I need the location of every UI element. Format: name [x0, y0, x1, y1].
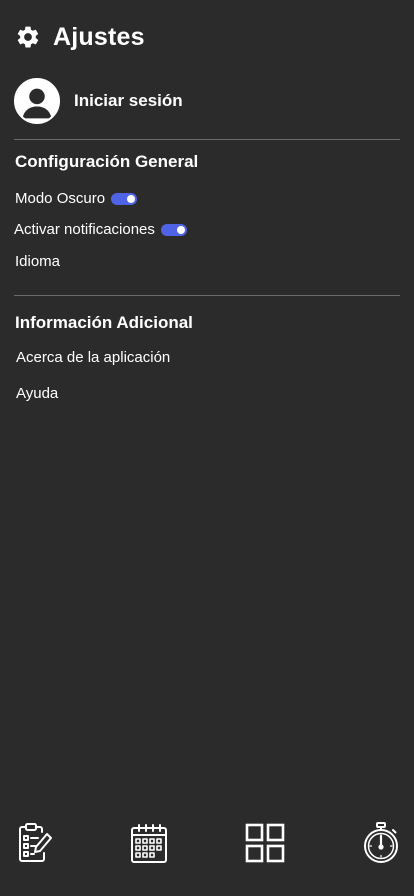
notifications-toggle[interactable]	[160, 223, 187, 236]
notifications-label: Activar notificaciones	[14, 221, 155, 238]
user-avatar-icon	[14, 78, 60, 124]
nav-tasks-button[interactable]	[12, 820, 58, 866]
calendar-icon	[131, 824, 167, 863]
section-title-general: Configuración General	[15, 152, 199, 171]
divider	[14, 139, 400, 140]
divider	[14, 295, 400, 296]
nav-calendar-button[interactable]	[126, 820, 172, 866]
settings-screen: Ajustes Iniciar sesión Configuración Gen…	[0, 0, 414, 896]
page-header: Ajustes	[15, 22, 145, 52]
gear-icon	[17, 26, 39, 48]
page-title: Ajustes	[53, 22, 145, 51]
help-label: Ayuda	[16, 385, 59, 402]
dark-mode-label: Modo Oscuro	[15, 190, 106, 207]
login-button[interactable]: Iniciar sesión	[14, 78, 183, 124]
nav-dashboard-button[interactable]	[242, 820, 288, 866]
about-item[interactable]: Acerca de la aplicación	[16, 349, 170, 366]
grid-icon	[245, 823, 285, 863]
notifications-row: Activar notificaciones	[14, 221, 187, 238]
clipboard-edit-icon	[19, 823, 52, 862]
dark-mode-toggle[interactable]	[111, 192, 138, 205]
nav-timer-button[interactable]	[358, 820, 404, 866]
section-title-additional: Información Adicional	[15, 313, 193, 332]
language-label: Idioma	[15, 253, 61, 270]
login-label: Iniciar sesión	[74, 91, 183, 110]
bottom-nav	[0, 820, 414, 870]
language-item[interactable]: Idioma	[15, 253, 60, 270]
stopwatch-icon	[364, 822, 398, 863]
dark-mode-row: Modo Oscuro	[15, 190, 138, 207]
help-item[interactable]: Ayuda	[16, 385, 58, 402]
about-label: Acerca de la aplicación	[16, 349, 171, 366]
